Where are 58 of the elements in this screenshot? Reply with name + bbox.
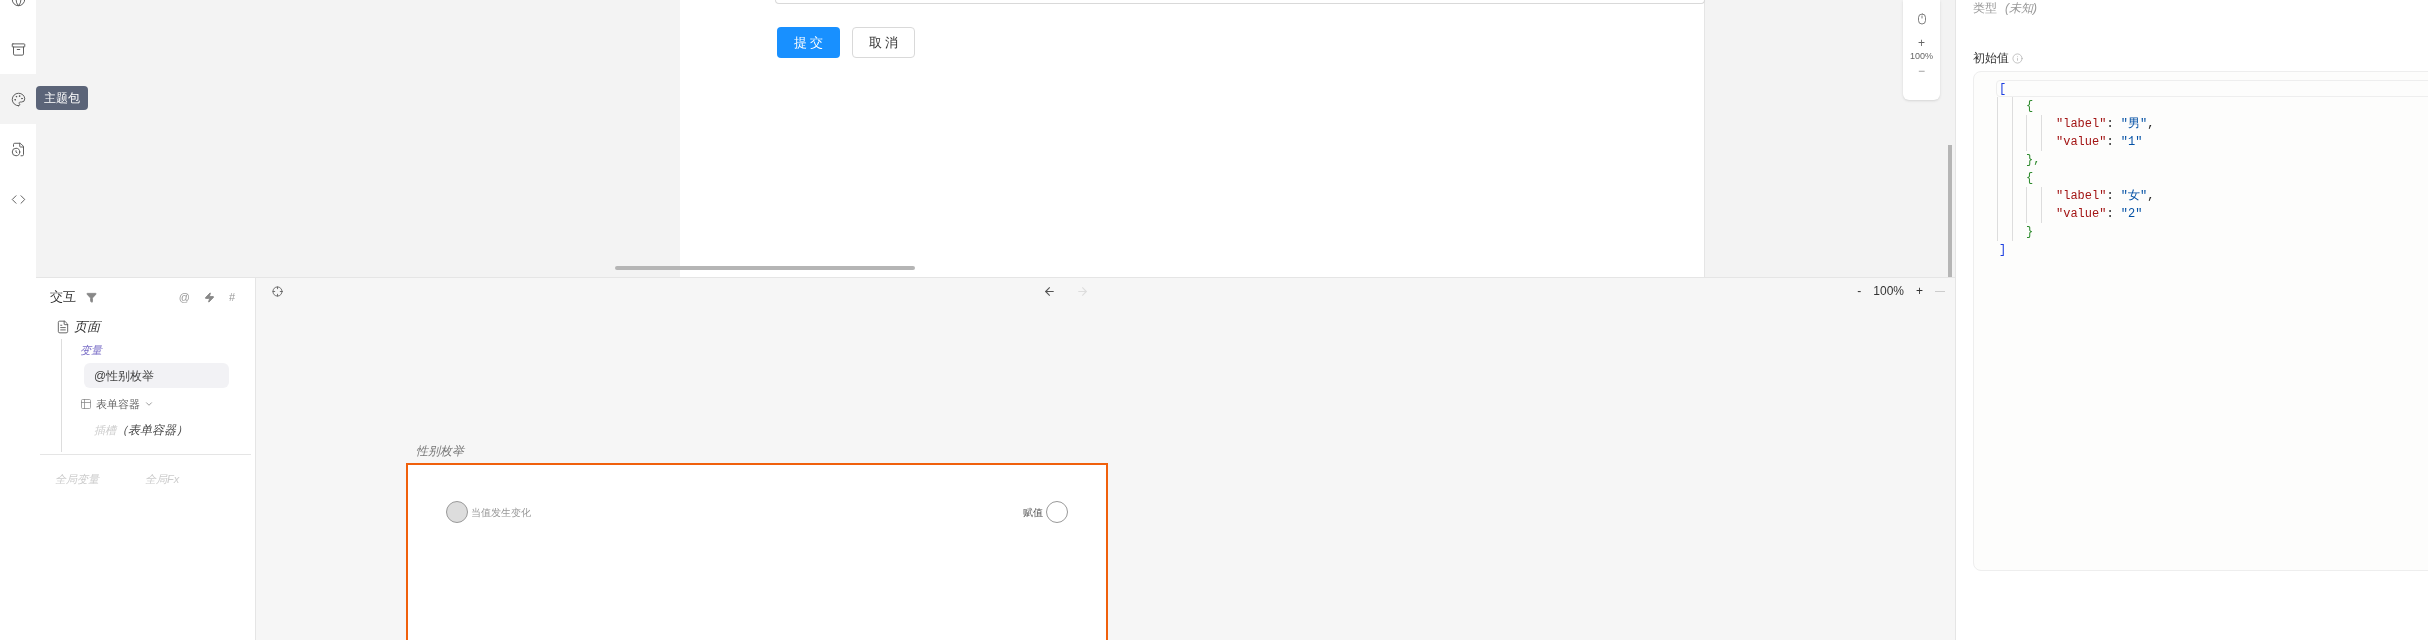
document-clock-icon xyxy=(10,141,26,157)
panel-title: 交互 xyxy=(50,288,76,307)
zoom-reading: 100% xyxy=(1873,283,1904,300)
code-token: ] xyxy=(1999,242,2007,259)
code-token: , xyxy=(2147,188,2155,205)
code-token: "value" xyxy=(2056,134,2107,151)
archive-icon xyxy=(10,41,26,57)
variable-item[interactable]: @性别枚举 xyxy=(84,363,229,388)
scrollbar[interactable] xyxy=(1948,145,1952,277)
code-token: "女" xyxy=(2120,188,2148,205)
port-label: 赋值 xyxy=(1023,505,1043,520)
node-card[interactable]: 当值发生变化 赋值 xyxy=(406,463,1108,640)
code-editor[interactable]: [ { "label": "男", "value": "1" }, { "label": "女", "value": "2" } ] xyxy=(1973,71,2428,571)
zoom-out-button[interactable]: - xyxy=(1857,282,1862,300)
group-label: 变量 xyxy=(80,342,102,358)
submit-button[interactable]: 提 交 xyxy=(777,27,840,58)
zoom-reading: 100% xyxy=(1910,50,1933,62)
code-token: "label" xyxy=(2056,188,2107,205)
page-icon xyxy=(56,320,70,334)
tree-item[interactable]: 页面 xyxy=(74,317,100,337)
code-token: : xyxy=(2106,134,2115,151)
field-label: 初始值 xyxy=(1973,50,2009,67)
code-token: { xyxy=(2026,98,2034,115)
tree-item[interactable]: 表单容器 xyxy=(96,395,140,413)
type-value: (未知) xyxy=(2005,0,2037,17)
zoom-in-button[interactable]: + xyxy=(1918,36,1925,50)
scrollbar[interactable] xyxy=(615,266,915,270)
code-token: { xyxy=(2026,170,2034,187)
code-token: "value" xyxy=(2056,206,2107,223)
action-port[interactable] xyxy=(1046,501,1068,523)
code-token: , xyxy=(2147,116,2155,133)
tooltip: 主题包 xyxy=(36,86,88,110)
code-token: : xyxy=(2106,188,2115,205)
code-token: "1" xyxy=(2120,134,2143,151)
code-token: "2" xyxy=(2120,206,2143,223)
slot-detail: （表单容器） xyxy=(116,422,188,439)
code-token: }, xyxy=(2026,152,2041,169)
mouse-icon[interactable] xyxy=(1915,12,1928,26)
code-token: "男" xyxy=(2120,116,2148,133)
bolt-icon[interactable] xyxy=(203,291,215,303)
cancel-button[interactable]: 取 消 xyxy=(852,27,915,58)
card-title: 性别枚举 xyxy=(416,444,464,458)
code-token: "label" xyxy=(2056,116,2107,133)
type-label: 类型 xyxy=(1973,0,1997,17)
code-token: [ xyxy=(1999,80,2007,98)
chevron-icon[interactable] xyxy=(144,399,154,409)
palette-icon xyxy=(10,91,26,107)
code-token: : xyxy=(2106,206,2115,223)
table-icon xyxy=(80,398,92,410)
port-label: 当值发生变化 xyxy=(471,505,531,520)
back-arrow-icon[interactable] xyxy=(1043,284,1056,298)
info-icon[interactable] xyxy=(2012,52,2023,64)
code-token: } xyxy=(2026,224,2034,241)
locate-icon[interactable] xyxy=(272,285,283,297)
code-token: : xyxy=(2106,116,2115,133)
zoom-in-button[interactable]: + xyxy=(1916,282,1923,300)
event-port[interactable] xyxy=(446,501,468,523)
filter-icon[interactable] xyxy=(86,291,97,303)
